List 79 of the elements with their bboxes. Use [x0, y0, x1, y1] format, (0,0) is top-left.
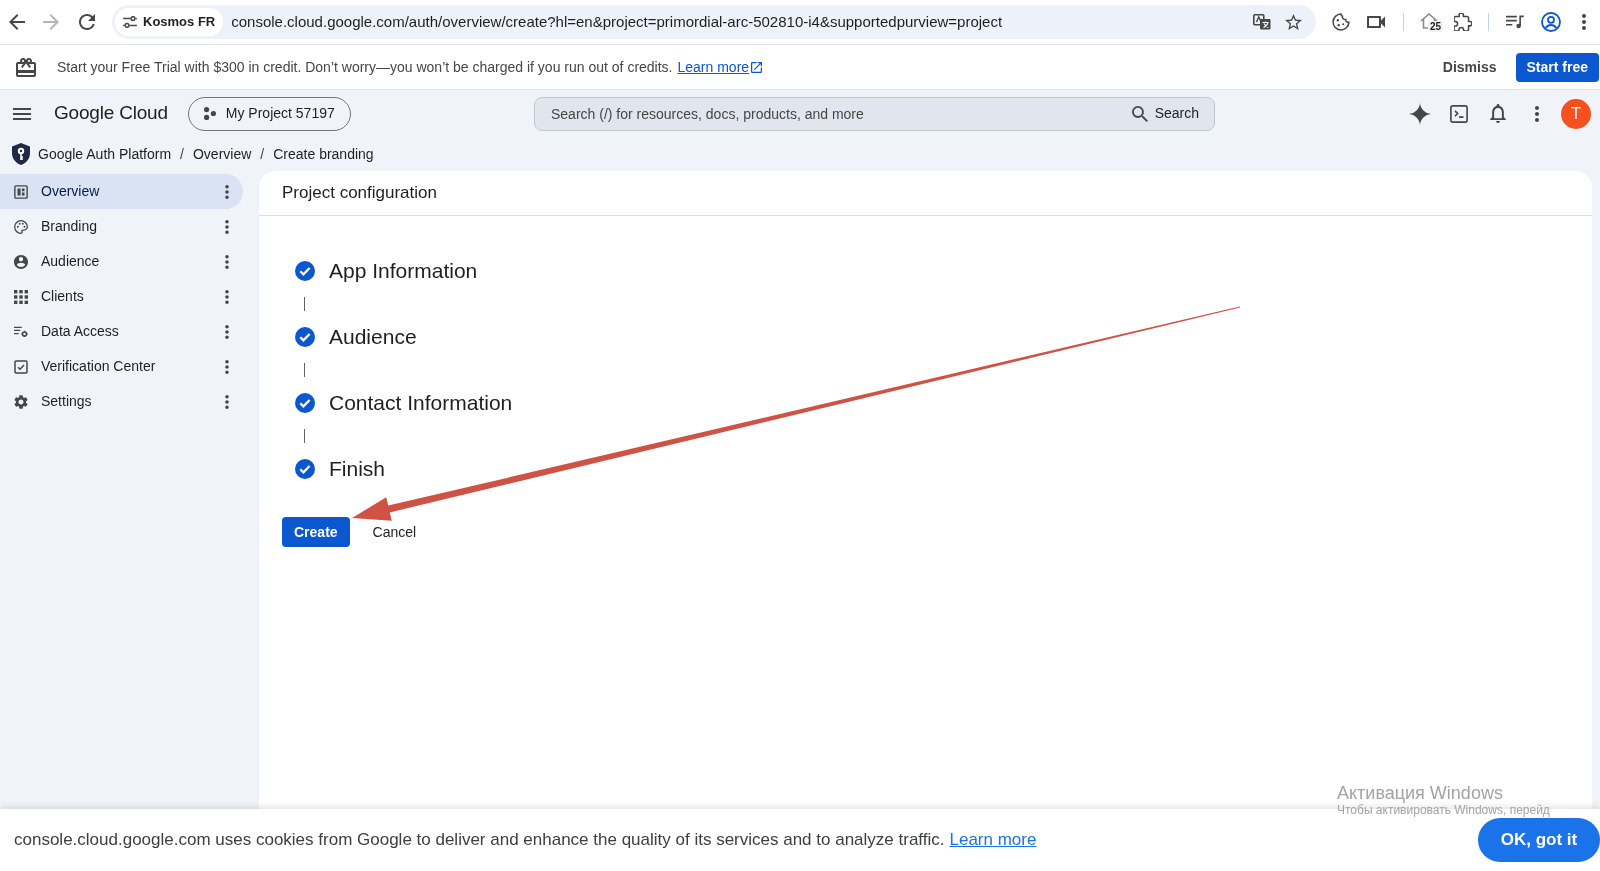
- settings-icon: [14, 394, 28, 409]
- activation-notice-text: Чтобы активировать Windows, перейд: [1337, 804, 1550, 817]
- dashboard-icon: [14, 184, 28, 199]
- sidebar-item[interactable]: Verification Center: [0, 349, 243, 384]
- sidebar-item-label: Verification Center: [41, 357, 156, 376]
- panel-title: Project configuration: [282, 182, 437, 205]
- step-connector: [304, 297, 305, 311]
- video-camera-icon[interactable]: [1367, 16, 1385, 28]
- menu-icon[interactable]: [13, 107, 31, 120]
- start-free-button[interactable]: Start free: [1515, 52, 1599, 82]
- search-icon: [1131, 105, 1148, 122]
- extension-count: 25: [1428, 21, 1444, 32]
- step-label: Audience: [329, 324, 417, 351]
- translate-icon[interactable]: [1253, 14, 1271, 30]
- palette-icon: [14, 219, 28, 234]
- site-info-chip[interactable]: Kosmos FR: [115, 8, 224, 36]
- project-dots-icon: [203, 107, 216, 120]
- more-vertical-icon[interactable]: [225, 184, 229, 199]
- sliders-icon: [123, 16, 137, 28]
- step-label: Contact Information: [329, 390, 513, 417]
- learn-more-link[interactable]: Learn more: [677, 56, 763, 78]
- create-button[interactable]: Create: [282, 517, 350, 547]
- checkbox-icon: [14, 359, 28, 374]
- breadcrumb-link[interactable]: Overview: [192, 143, 252, 165]
- step-label: App Information: [329, 258, 478, 285]
- breadcrumb-current: Create branding: [273, 144, 374, 164]
- external-link-icon: [751, 61, 763, 73]
- sidebar-item-label: Overview: [41, 182, 100, 201]
- trial-message: Start your Free Trial with $300 in credit. Don’t worry—you won’t be charged if you run out of credits.: [57, 57, 673, 77]
- step-connector: [304, 429, 305, 443]
- cookie-icon[interactable]: [1332, 13, 1350, 31]
- terminal-icon[interactable]: [1450, 104, 1468, 123]
- back-arrow-icon[interactable]: [9, 14, 25, 30]
- music-queue-icon[interactable]: [1506, 15, 1524, 29]
- apps-grid-icon: [14, 289, 28, 304]
- more-vertical-icon[interactable]: [225, 359, 229, 374]
- more-vertical-icon[interactable]: [1582, 14, 1586, 30]
- sidebar-item[interactable]: Clients: [0, 279, 243, 314]
- more-vertical-icon[interactable]: [225, 254, 229, 269]
- breadcrumb-separator: /: [180, 144, 184, 164]
- search-field[interactable]: Search (/) for resources, docs, products, and more Search: [534, 96, 1215, 131]
- cookie-message: console.cloud.google.com uses cookies from Google to deliver and enhance the quality of its services and to analyze traffic.: [14, 829, 945, 852]
- breadcrumb-link[interactable]: Google Auth Platform: [38, 143, 172, 165]
- search-button[interactable]: Search: [1123, 97, 1214, 130]
- product-logo[interactable]: Google Cloud: [54, 99, 168, 128]
- url-text: console.cloud.google.com/auth/overview/create?hl=en&project=primordial-arc-502810-i4&supportedpurview=project: [231, 11, 1003, 32]
- dismiss-button[interactable]: Dismiss: [1434, 52, 1505, 82]
- sidebar-item-label: Clients: [41, 287, 84, 306]
- activation-notice-title: Активация Windows: [1337, 783, 1504, 804]
- step-connector: [304, 363, 305, 377]
- star-icon[interactable]: [1285, 14, 1302, 30]
- notifications-icon[interactable]: [1490, 104, 1506, 123]
- sparkle-icon[interactable]: [1409, 102, 1431, 125]
- breadcrumb-separator: /: [260, 144, 265, 164]
- sidebar-item-label: Data Access: [41, 322, 119, 341]
- sidebar-item-label: Branding: [41, 217, 98, 236]
- more-vertical-icon[interactable]: [225, 289, 229, 304]
- reload-icon[interactable]: [79, 14, 95, 30]
- puzzle-piece-icon[interactable]: [1454, 13, 1472, 31]
- profile-icon[interactable]: [1541, 12, 1561, 32]
- ok-got-it-button[interactable]: OK, got it: [1478, 818, 1600, 862]
- sidebar-item[interactable]: Branding: [0, 209, 243, 244]
- list-gear-icon: [14, 324, 28, 339]
- address-bar[interactable]: Kosmos FR console.cloud.google.com/auth/overview/create?hl=en&project=primordial-arc-502810-i4&supportedpurview=project: [112, 5, 1316, 39]
- step-label: Finish: [329, 456, 386, 483]
- cancel-button[interactable]: Cancel: [364, 523, 425, 541]
- gift-icon: [16, 57, 36, 77]
- more-vertical-icon[interactable]: [225, 324, 229, 339]
- sidebar-item[interactable]: Settings: [0, 384, 243, 419]
- more-vertical-icon[interactable]: [1535, 105, 1539, 122]
- sidebar-item[interactable]: Overview: [0, 174, 243, 209]
- sidebar-item[interactable]: Audience: [0, 244, 243, 279]
- more-vertical-icon[interactable]: [225, 394, 229, 409]
- shield-key-icon: [12, 143, 30, 165]
- sidebar-item[interactable]: Data Access: [0, 314, 243, 349]
- more-vertical-icon[interactable]: [225, 219, 229, 234]
- sidebar-item-label: Settings: [41, 392, 92, 411]
- learn-more-link[interactable]: Learn more: [949, 827, 1037, 853]
- sidebar-item-label: Audience: [41, 252, 100, 271]
